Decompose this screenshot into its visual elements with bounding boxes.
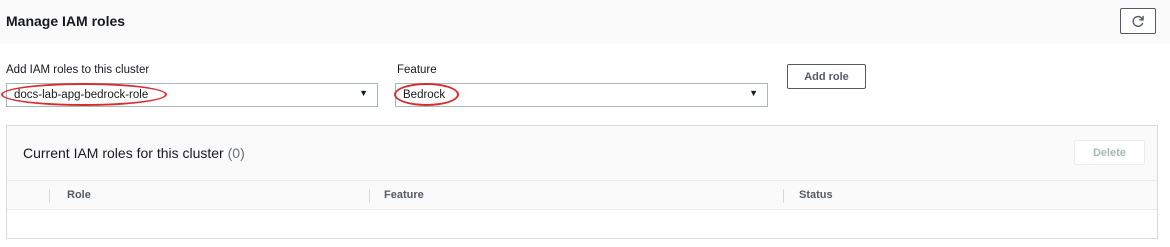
column-divider <box>369 189 370 203</box>
column-header-status[interactable]: Status <box>799 189 833 201</box>
caret-down-icon: ▼ <box>359 88 368 98</box>
refresh-icon <box>1132 15 1144 27</box>
column-header-role[interactable]: Role <box>67 189 91 201</box>
page-title: Manage IAM roles <box>6 13 126 29</box>
table-header: Role Feature Status <box>7 180 1157 210</box>
feature-select-label: Feature <box>397 64 437 76</box>
panel-title-text: Current IAM roles for this cluster <box>23 145 224 161</box>
role-count: (0) <box>227 145 245 161</box>
feature-select[interactable]: Bedrock ▼ <box>395 83 768 107</box>
header-band <box>0 0 1170 44</box>
caret-down-icon: ▼ <box>749 88 758 98</box>
role-select-value: docs-lab-apg-bedrock-role <box>14 89 149 101</box>
refresh-button[interactable] <box>1120 8 1156 34</box>
column-divider <box>783 189 784 203</box>
role-select[interactable]: docs-lab-apg-bedrock-role ▼ <box>6 83 378 107</box>
current-roles-panel: Current IAM roles for this cluster (0) D… <box>6 125 1158 239</box>
role-select-label: Add IAM roles to this cluster <box>6 64 150 76</box>
panel-header: Current IAM roles for this cluster (0) D… <box>7 126 1157 180</box>
add-role-button[interactable]: Add role <box>787 64 866 89</box>
delete-button[interactable]: Delete <box>1074 140 1145 165</box>
panel-title: Current IAM roles for this cluster (0) <box>23 145 245 161</box>
column-divider <box>49 189 50 203</box>
feature-select-value: Bedrock <box>403 89 446 101</box>
column-header-feature[interactable]: Feature <box>384 189 424 201</box>
